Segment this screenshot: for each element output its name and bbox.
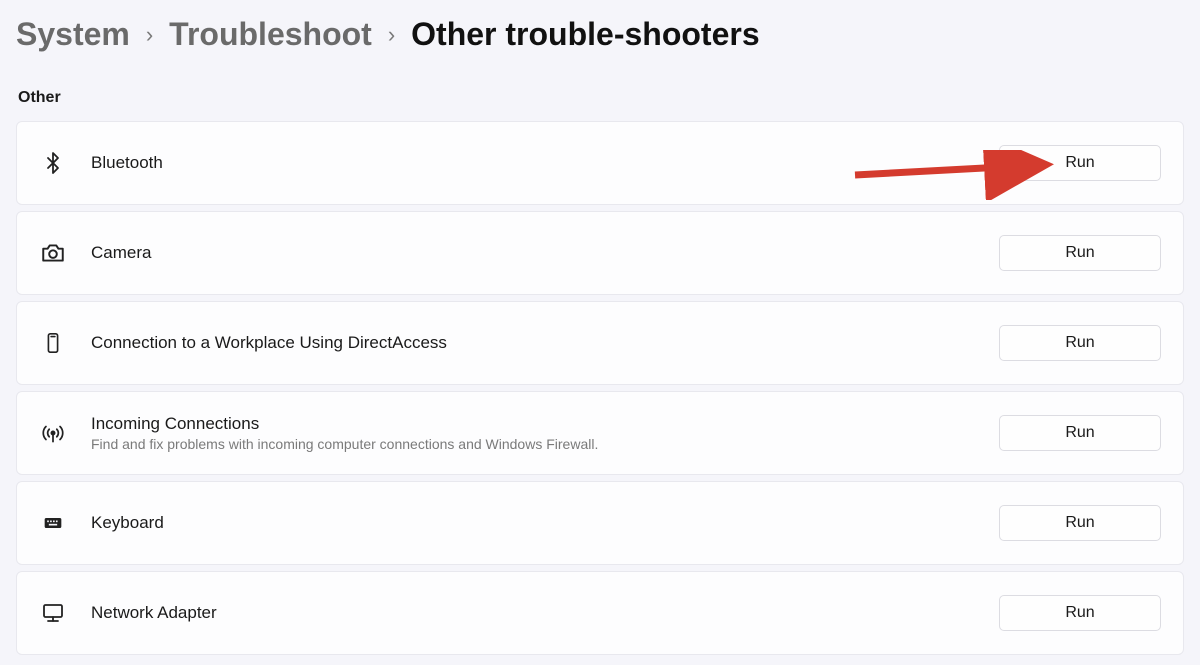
troubleshooter-list: Bluetooth Run Camera Run Connection to a…	[16, 121, 1184, 655]
troubleshooter-desc: Find and fix problems with incoming comp…	[91, 436, 975, 452]
troubleshooter-incoming: Incoming Connections Find and fix proble…	[16, 391, 1184, 475]
troubleshooter-text: Incoming Connections Find and fix proble…	[91, 414, 975, 452]
breadcrumb-troubleshoot[interactable]: Troubleshoot	[169, 16, 372, 53]
run-button-camera[interactable]: Run	[999, 235, 1161, 271]
breadcrumb-system[interactable]: System	[16, 16, 130, 53]
antenna-icon	[39, 419, 67, 447]
run-button-directaccess[interactable]: Run	[999, 325, 1161, 361]
troubleshooter-text: Connection to a Workplace Using DirectAc…	[91, 333, 975, 353]
troubleshooter-directaccess: Connection to a Workplace Using DirectAc…	[16, 301, 1184, 385]
section-label-other: Other	[18, 89, 1184, 107]
bluetooth-icon	[39, 149, 67, 177]
run-button-incoming[interactable]: Run	[999, 415, 1161, 451]
camera-icon	[39, 239, 67, 267]
breadcrumb-current: Other trouble-shooters	[411, 16, 759, 53]
troubleshooter-title: Keyboard	[91, 513, 975, 533]
troubleshooter-title: Camera	[91, 243, 975, 263]
troubleshooter-text: Keyboard	[91, 513, 975, 533]
troubleshooter-title: Connection to a Workplace Using DirectAc…	[91, 333, 975, 353]
breadcrumb: System › Troubleshoot › Other trouble-sh…	[16, 16, 1184, 53]
troubleshooter-text: Camera	[91, 243, 975, 263]
troubleshooter-keyboard: Keyboard Run	[16, 481, 1184, 565]
phone-icon	[39, 329, 67, 357]
troubleshooter-bluetooth: Bluetooth Run	[16, 121, 1184, 205]
run-button-bluetooth[interactable]: Run	[999, 145, 1161, 181]
troubleshooter-camera: Camera Run	[16, 211, 1184, 295]
run-button-network[interactable]: Run	[999, 595, 1161, 631]
troubleshooter-title: Bluetooth	[91, 153, 975, 173]
run-button-keyboard[interactable]: Run	[999, 505, 1161, 541]
monitor-icon	[39, 599, 67, 627]
chevron-right-icon: ›	[388, 22, 395, 48]
troubleshooter-text: Network Adapter	[91, 603, 975, 623]
keyboard-icon	[39, 509, 67, 537]
troubleshooter-title: Network Adapter	[91, 603, 975, 623]
troubleshooter-text: Bluetooth	[91, 153, 975, 173]
chevron-right-icon: ›	[146, 22, 153, 48]
troubleshooter-network: Network Adapter Run	[16, 571, 1184, 655]
troubleshooter-title: Incoming Connections	[91, 414, 975, 434]
